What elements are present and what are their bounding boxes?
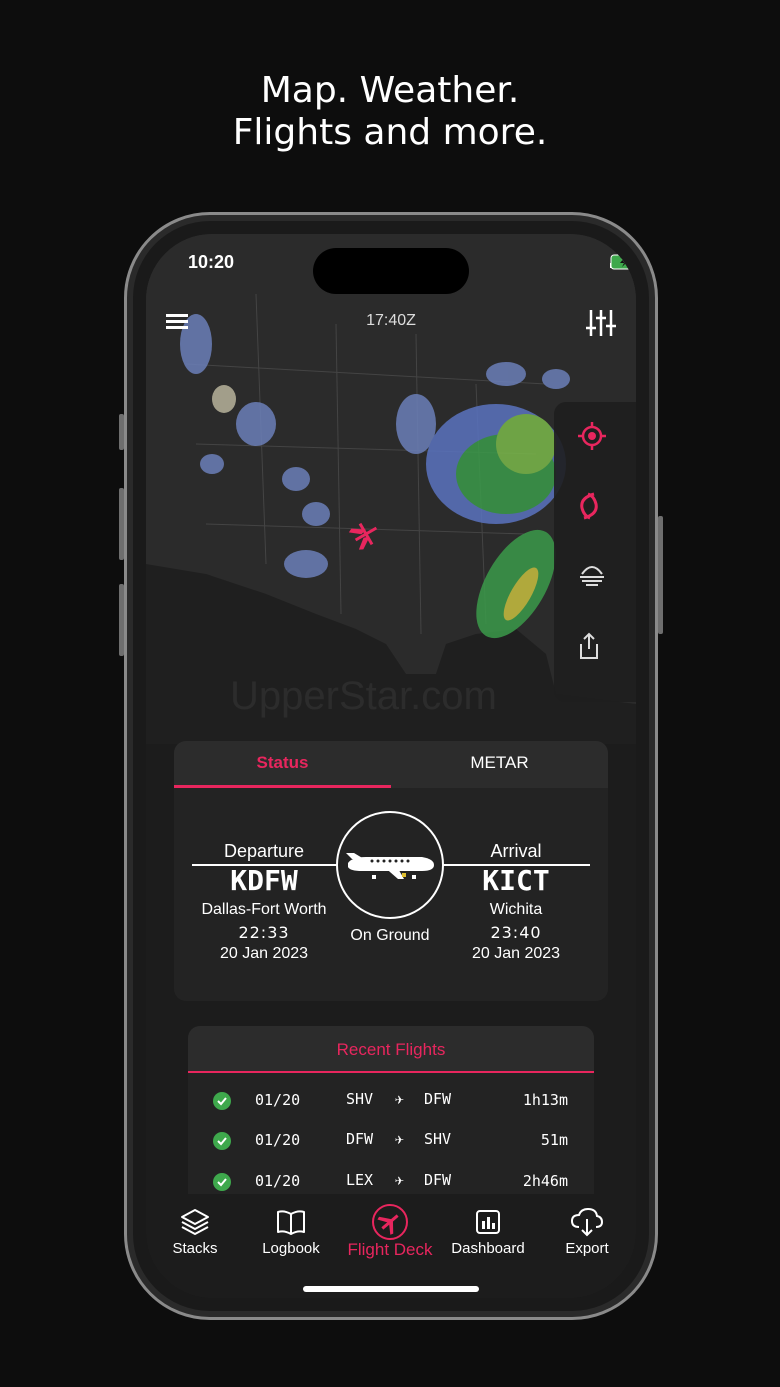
headline: Map. Weather. Flights and more. <box>0 70 780 154</box>
weather-map[interactable]: 10:20 17:40Z UpperStar.com <box>146 234 636 744</box>
plane-arrow-icon: ✈ <box>395 1130 405 1148</box>
hurricane-icon[interactable] <box>578 492 612 526</box>
flight-to: DFW <box>424 1171 452 1189</box>
phone-screen: 10:20 17:40Z UpperStar.com Status METAR … <box>146 234 636 1298</box>
tab-export[interactable]: Export <box>538 1204 636 1257</box>
mute-switch <box>119 414 124 450</box>
flight-duration: 1h13m <box>522 1091 568 1109</box>
plane-arrow-icon: ✈ <box>395 1171 405 1189</box>
flight-to: SHV <box>424 1130 452 1148</box>
arrival-city: Wichita <box>489 901 543 918</box>
power-button <box>658 516 663 634</box>
check-icon <box>213 1132 231 1150</box>
stack-icon <box>146 1204 244 1240</box>
tab-stacks[interactable]: Stacks <box>146 1204 244 1257</box>
tab-logbook[interactable]: Logbook <box>242 1204 340 1257</box>
map-watermark: UpperStar.com <box>230 674 497 718</box>
flight-row[interactable]: 01/20 DFW ✈ SHV 51m <box>188 1128 594 1158</box>
active-tab-indicator <box>174 785 391 788</box>
tab-logbook-label: Logbook <box>262 1240 320 1257</box>
book-icon <box>242 1204 340 1240</box>
flight-from: LEX <box>346 1171 374 1189</box>
departure-code: KDFW <box>230 864 298 897</box>
flight-to: DFW <box>424 1090 452 1108</box>
flight-from: SHV <box>346 1090 374 1108</box>
flight-date: 01/20 <box>255 1091 301 1109</box>
tab-status[interactable]: Status <box>174 741 391 788</box>
status-bar-time: 10:20 <box>188 252 235 272</box>
tab-flight-deck[interactable]: Flight Deck <box>341 1204 439 1260</box>
chart-icon <box>439 1204 537 1240</box>
plane-circle-icon <box>341 1204 439 1240</box>
plane-arrow-icon: ✈ <box>395 1090 405 1108</box>
filter-sliders-icon[interactable] <box>586 310 616 336</box>
map-tools-panel <box>554 402 636 702</box>
flight-row[interactable]: 01/20 SHV ✈ DFW 1h13m <box>188 1088 594 1118</box>
tab-dashboard[interactable]: Dashboard <box>439 1204 537 1257</box>
flight-status-text: On Ground <box>350 927 430 944</box>
flight-from: DFW <box>346 1130 374 1148</box>
flight-duration: 51m <box>540 1131 568 1149</box>
tab-metar[interactable]: METAR <box>391 741 608 788</box>
headline-line-1: Map. Weather. <box>260 70 520 111</box>
volume-down-button <box>119 584 124 656</box>
headline-line-2: Flights and more. <box>232 112 548 153</box>
tab-export-label: Export <box>565 1240 609 1257</box>
tab-dashboard-label: Dashboard <box>451 1240 525 1257</box>
flight-duration: 2h46m <box>522 1172 568 1190</box>
arrival-code: KICT <box>482 864 550 897</box>
locate-target-icon[interactable] <box>578 422 612 456</box>
recent-flights-title: Recent Flights <box>188 1026 594 1073</box>
tab-stacks-label: Stacks <box>172 1240 218 1257</box>
home-indicator <box>303 1286 479 1292</box>
zulu-time: 17:40Z <box>366 312 416 329</box>
flight-date: 01/20 <box>255 1131 301 1149</box>
status-tabs: Status METAR <box>174 741 608 788</box>
tab-flight-deck-label: Flight Deck <box>347 1240 433 1259</box>
fog-icon[interactable] <box>578 562 612 596</box>
arrival-label: Arrival <box>490 841 542 861</box>
departure-city: Dallas-Fort Worth <box>201 901 327 918</box>
check-icon <box>213 1173 231 1191</box>
battery-icon <box>610 254 636 270</box>
bottom-tab-bar: Stacks Logbook Flight Deck Dashboard Exp… <box>146 1194 636 1298</box>
flight-status-card: Status METAR Departure KDFW Dallas-Fort … <box>174 741 608 1001</box>
share-icon[interactable] <box>578 632 612 666</box>
check-icon <box>213 1092 231 1110</box>
arrival-date: 20 Jan 2023 <box>471 945 561 962</box>
cloud-download-icon <box>538 1204 636 1240</box>
recent-flights-card: Recent Flights 01/20 SHV ✈ DFW 1h13m 01/… <box>188 1026 594 1206</box>
departure-date: 20 Jan 2023 <box>219 945 309 962</box>
dynamic-island <box>313 248 469 294</box>
flight-date: 01/20 <box>255 1172 301 1190</box>
volume-up-button <box>119 488 124 560</box>
departure-label: Departure <box>223 841 305 861</box>
